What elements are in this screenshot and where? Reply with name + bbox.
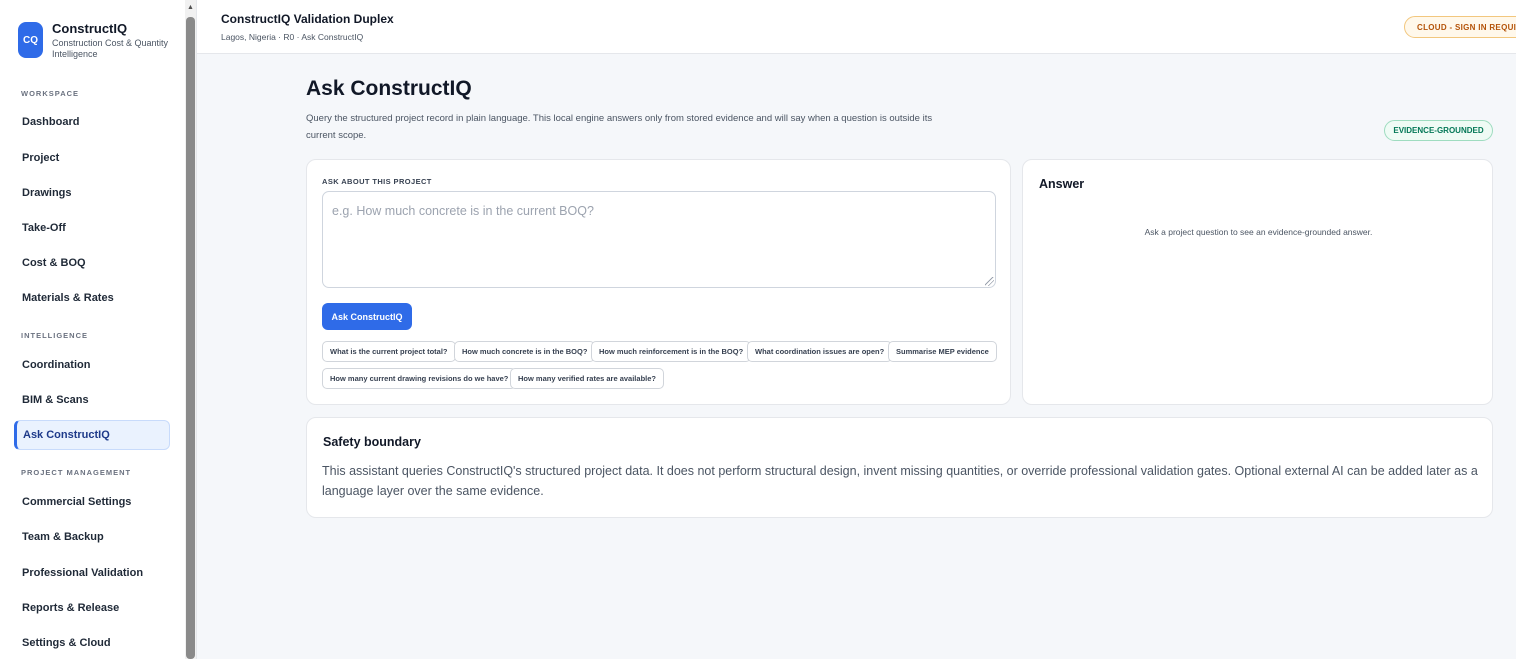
- page-description: Query the structured project record in p…: [306, 113, 933, 141]
- sidebar-item-ask-constructiq[interactable]: Ask ConstructIQ: [14, 420, 170, 450]
- section-label-project-management: PROJECT MANAGEMENT: [21, 468, 132, 477]
- suggestion-chip-concrete[interactable]: How much concrete is in the BOQ?: [454, 341, 596, 362]
- sidebar-item-commercial-settings[interactable]: Commercial Settings: [14, 487, 170, 517]
- sidebar-item-drawings[interactable]: Drawings: [14, 178, 170, 208]
- sidebar-scrollbar[interactable]: ▲: [185, 0, 196, 659]
- suggestion-chip-verified-rates[interactable]: How many verified rates are available?: [510, 368, 664, 389]
- brand-tagline: Construction Cost & Quantity Intelligenc…: [52, 38, 169, 59]
- app-root: CQ ConstructIQ Construction Cost & Quant…: [0, 0, 1516, 659]
- suggestion-chip-mep-evidence[interactable]: Summarise MEP evidence: [888, 341, 997, 362]
- evidence-grounded-badge: EVIDENCE-GROUNDED: [1384, 120, 1493, 141]
- sidebar-item-bim-scans[interactable]: BIM & Scans: [14, 385, 170, 415]
- safety-boundary-card: Safety boundary This assistant queries C…: [306, 417, 1493, 518]
- sidebar-item-dashboard[interactable]: Dashboard: [14, 107, 170, 137]
- project-title: ConstructIQ Validation Duplex: [221, 12, 394, 26]
- sidebar-divider: [196, 0, 197, 659]
- scrollbar-thumb[interactable]: [186, 17, 195, 659]
- sidebar-item-cost-boq[interactable]: Cost & BOQ: [14, 248, 170, 278]
- project-breadcrumb: Lagos, Nigeria · R0 · Ask ConstructIQ: [221, 32, 364, 42]
- brand[interactable]: CQ ConstructIQ Construction Cost & Quant…: [18, 20, 183, 64]
- sidebar-item-reports-release[interactable]: Reports & Release: [14, 593, 170, 623]
- sidebar-item-project[interactable]: Project: [14, 143, 170, 173]
- safety-title: Safety boundary: [323, 435, 421, 449]
- resize-grip-icon[interactable]: [985, 277, 994, 286]
- cloud-status-badge[interactable]: CLOUD - SIGN IN REQUIRED: [1404, 16, 1516, 38]
- top-header: ConstructIQ Validation Duplex Lagos, Nig…: [197, 0, 1516, 54]
- suggestion-chip-project-total[interactable]: What is the current project total?: [322, 341, 456, 362]
- scroll-up-arrow-icon[interactable]: ▲: [185, 0, 196, 14]
- sidebar-item-professional-validation[interactable]: Professional Validation: [14, 558, 170, 588]
- sidebar: CQ ConstructIQ Construction Cost & Quant…: [0, 0, 185, 659]
- sidebar-item-coordination[interactable]: Coordination: [14, 350, 170, 380]
- question-input[interactable]: [322, 191, 996, 288]
- brand-name: ConstructIQ: [52, 21, 128, 36]
- ask-field-label: ASK ABOUT THIS PROJECT: [322, 177, 432, 186]
- sidebar-item-materials-rates[interactable]: Materials & Rates: [14, 283, 170, 313]
- sidebar-item-settings-cloud[interactable]: Settings & Cloud: [14, 628, 170, 658]
- safety-text: This assistant queries ConstructIQ's str…: [322, 464, 1478, 498]
- brand-logo-icon: CQ: [18, 22, 43, 58]
- answer-title: Answer: [1039, 177, 1085, 191]
- sidebar-item-take-off[interactable]: Take-Off: [14, 213, 170, 243]
- section-label-intelligence: INTELLIGENCE: [21, 331, 89, 340]
- suggestion-chip-drawing-revisions[interactable]: How many current drawing revisions do we…: [322, 368, 517, 389]
- suggestion-chip-coordination-issues[interactable]: What coordination issues are open?: [747, 341, 893, 362]
- suggestion-chip-reinforcement[interactable]: How much reinforcement is in the BOQ?: [591, 341, 752, 362]
- section-label-workspace: WORKSPACE: [21, 89, 80, 98]
- page-title: Ask ConstructIQ: [306, 77, 472, 100]
- ask-card: ASK ABOUT THIS PROJECT Ask ConstructIQ W…: [306, 159, 1011, 405]
- ask-button[interactable]: Ask ConstructIQ: [322, 303, 412, 330]
- answer-empty-state: Ask a project question to see an evidenc…: [1144, 227, 1373, 237]
- sidebar-item-team-backup[interactable]: Team & Backup: [14, 522, 170, 552]
- answer-card: Answer Ask a project question to see an …: [1022, 159, 1493, 405]
